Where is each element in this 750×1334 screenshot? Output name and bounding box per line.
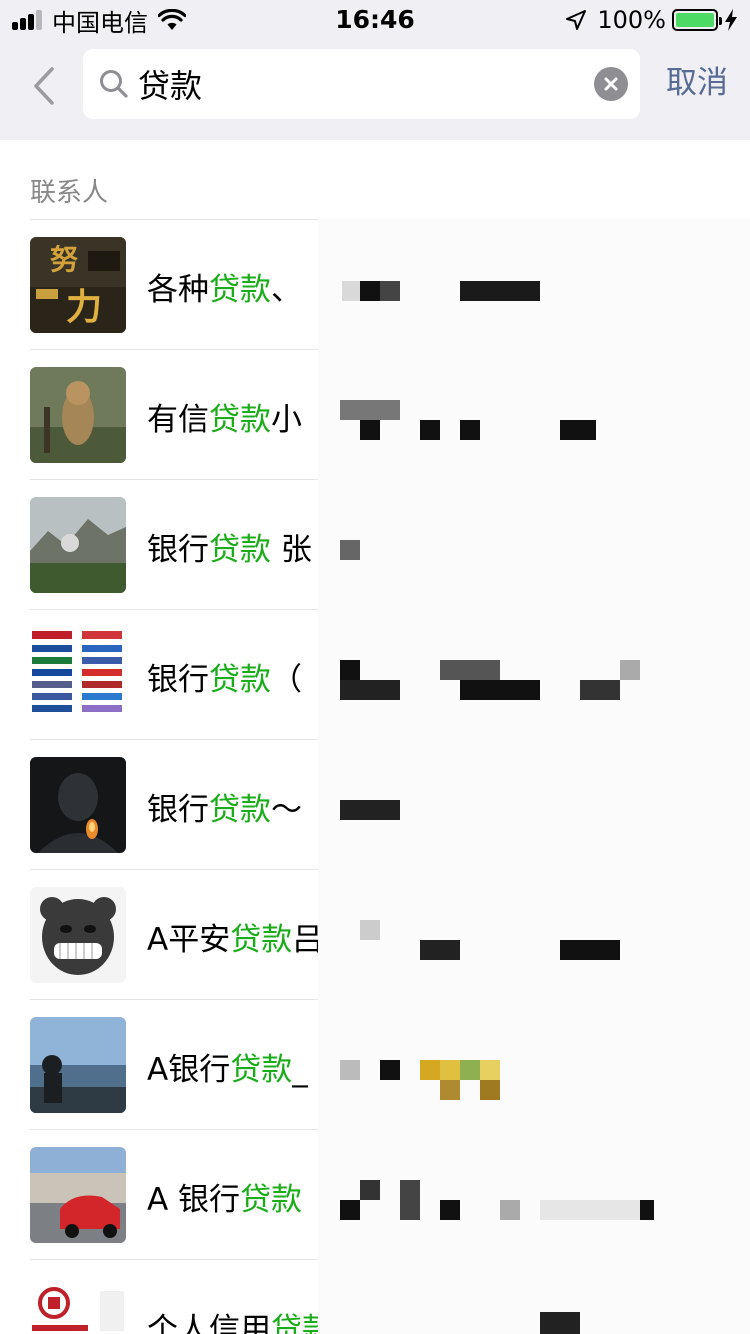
redaction-pixel: [342, 281, 360, 301]
avatar: [30, 757, 126, 853]
name-text: A 银行: [147, 1182, 241, 1218]
redaction-pixel: [480, 1060, 500, 1080]
name-text: 个人信用: [147, 1312, 271, 1334]
cancel-button[interactable]: 取消: [655, 60, 739, 106]
status-bar: 中国电信 16:46 100%: [0, 0, 750, 40]
redaction-pixel: [340, 540, 360, 560]
name-text: A银行: [147, 1052, 231, 1088]
contact-name: 银行贷款（: [147, 654, 302, 699]
contact-name: 银行贷款 张: [147, 524, 312, 569]
redaction-pixel: [620, 660, 640, 680]
redaction-pixel: [580, 680, 620, 700]
charging-bolt-icon: [725, 9, 737, 31]
redaction-pixel: [440, 660, 500, 680]
contact-name: 各种贷款、: [147, 264, 302, 309]
name-highlight: 贷款: [230, 922, 293, 958]
name-highlight: 贷款: [209, 272, 271, 308]
redaction-pixel: [460, 680, 540, 700]
name-text: 张: [271, 532, 312, 568]
redaction-pixel: [380, 1060, 400, 1080]
battery-icon: [672, 9, 722, 31]
name-highlight: 贷款: [230, 1052, 293, 1088]
redaction-pixel: [460, 1060, 480, 1080]
avatar: [30, 1277, 126, 1334]
name-text: 银行: [147, 662, 209, 698]
search-input[interactable]: [138, 49, 578, 119]
redaction-pixel: [420, 1060, 440, 1080]
redaction-pixel: [540, 1312, 580, 1334]
redaction-pixel: [360, 420, 380, 440]
redaction-pixel: [540, 1200, 640, 1220]
name-text: （: [271, 662, 302, 698]
name-text: 银行: [147, 532, 209, 568]
avatar: [30, 1017, 126, 1113]
redaction-pixel: [360, 281, 380, 301]
name-text: 银行: [147, 792, 209, 828]
redaction-pixel: [440, 1060, 460, 1080]
contact-name: A银行贷款_: [147, 1044, 308, 1089]
battery-fill: [676, 13, 714, 27]
contact-name: 个人信用贷款: [147, 1304, 333, 1334]
name-text: _: [292, 1052, 308, 1088]
name-highlight: 贷款: [240, 1182, 303, 1218]
name-highlight: 贷款: [209, 792, 271, 828]
search-box[interactable]: [83, 49, 640, 119]
redaction-pixel: [560, 420, 596, 440]
avatar: [30, 497, 126, 593]
search-icon: [100, 70, 128, 98]
svg-text:努: 努: [50, 243, 78, 276]
avatar: 努 力: [30, 237, 126, 333]
location-arrow-icon: [566, 10, 587, 30]
redaction-pixel: [640, 1200, 654, 1220]
status-right: 100%: [565, 6, 738, 34]
back-chevron-icon: [34, 67, 54, 105]
redaction-pixel: [480, 1080, 500, 1100]
svg-text:力: 力: [66, 287, 102, 328]
contact-name: A 银行贷款: [147, 1174, 302, 1219]
name-highlight: 贷款: [209, 532, 271, 568]
contact-name: A平安贷款吕: [147, 914, 323, 959]
redaction-pixel: [440, 1200, 460, 1220]
section-title-contacts: 联系人: [30, 178, 109, 208]
clear-button[interactable]: [594, 67, 628, 101]
redaction-pixel: [340, 660, 360, 680]
redaction-pixel: [340, 1200, 360, 1220]
redaction-pixel: [380, 281, 400, 301]
redaction-pixel: [440, 1080, 460, 1100]
redaction-pixel: [460, 281, 540, 301]
redaction-pixel: [420, 420, 440, 440]
redaction-pixel: [340, 800, 400, 820]
back-button[interactable]: [26, 64, 62, 108]
redaction-pixel: [340, 400, 400, 420]
name-highlight: 贷款: [209, 402, 271, 438]
name-text: 有信: [147, 402, 209, 438]
search-header: 取消: [0, 40, 750, 140]
clear-icon: [604, 77, 618, 91]
contact-name: 有信贷款小: [147, 394, 302, 439]
avatar: [30, 887, 126, 983]
redaction-pixel: [340, 680, 400, 700]
redaction-pixel: [420, 940, 460, 960]
redaction-pixel: [400, 1180, 420, 1220]
battery-percent: 100%: [597, 6, 666, 34]
avatar: [30, 627, 126, 723]
avatar: [30, 367, 126, 463]
redaction-pixel: [460, 420, 480, 440]
name-text: ～: [271, 792, 302, 828]
name-text: A平安: [147, 922, 231, 958]
name-text: 各种: [147, 272, 209, 308]
name-highlight: 贷款: [209, 662, 271, 698]
name-text: 小: [271, 402, 302, 438]
search-results: 联系人 努 力 各种贷款、 有信贷款小 银行贷款 张 银行贷款（ 银行贷款～ A…: [0, 140, 750, 1334]
redaction-pixel: [560, 940, 620, 960]
redaction-pixel: [360, 920, 380, 940]
contact-name: 银行贷款～: [147, 784, 302, 829]
redaction-mask: [318, 218, 750, 1334]
avatar: [30, 1147, 126, 1243]
redaction-pixel: [340, 1060, 360, 1080]
redaction-pixel: [500, 1200, 520, 1220]
name-text: 、: [271, 272, 302, 308]
redaction-pixel: [360, 1180, 380, 1200]
